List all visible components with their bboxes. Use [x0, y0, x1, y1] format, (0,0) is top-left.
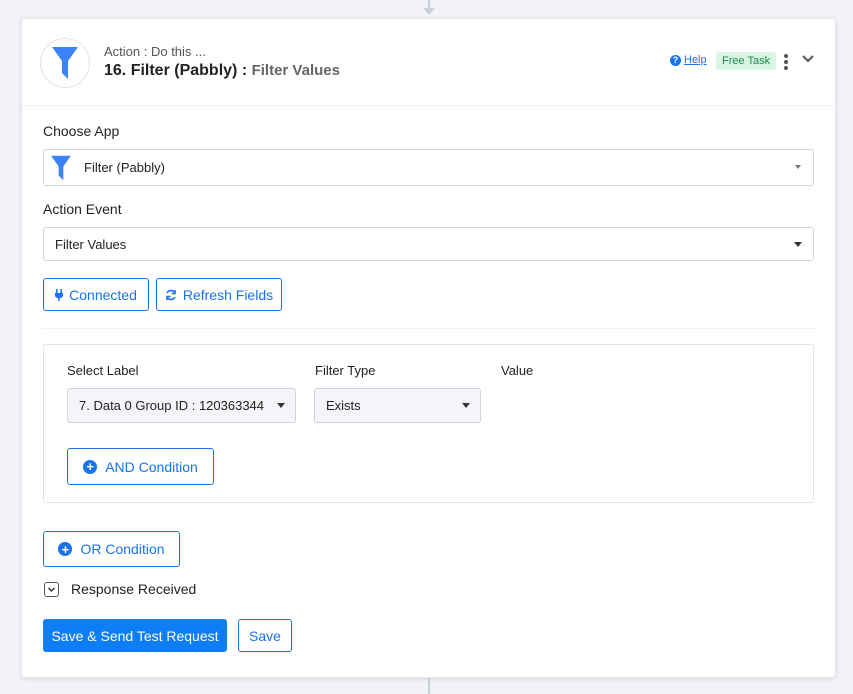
funnel-icon [51, 155, 71, 181]
select-label-dropdown[interactable]: 7. Data 0 Group ID : 120363344 [67, 388, 296, 423]
choose-app-value: Filter (Pabbly) [84, 160, 165, 175]
action-event-label: Action Event [43, 201, 122, 217]
plus-circle-icon: + [58, 542, 73, 556]
step-title: 16. Filter (Pabbly) : Filter Values [104, 62, 340, 80]
select-label-header: Select Label [67, 363, 139, 378]
help-label: Help [684, 54, 707, 66]
flow-connector-bottom [428, 678, 430, 694]
refresh-fields-button[interactable]: Refresh Fields [156, 278, 282, 311]
response-received-label: Response Received [71, 581, 197, 597]
save-button[interactable]: Save [238, 619, 292, 652]
action-step-card: Action : Do this ... 16. Filter (Pabbly)… [21, 18, 836, 678]
plus-circle-icon: + [83, 459, 98, 474]
free-task-badge: Free Task [716, 52, 777, 70]
filter-type-value: Exists [326, 398, 361, 413]
value-header: Value [501, 363, 534, 378]
or-condition-label: OR Condition [80, 541, 165, 557]
action-event-select[interactable]: Filter Values [43, 227, 814, 261]
refresh-icon [166, 289, 176, 300]
filter-type-dropdown[interactable]: Exists [314, 388, 481, 423]
or-condition-button[interactable]: + OR Condition [43, 531, 180, 567]
section-divider [42, 328, 817, 329]
funnel-icon [52, 47, 78, 79]
question-circle-icon: ? [670, 54, 681, 66]
connected-label: Connected [69, 286, 137, 303]
help-link[interactable]: ? Help [670, 54, 707, 66]
step-subtitle: Action : Do this ... [104, 44, 206, 59]
choose-app-select[interactable]: Filter (Pabbly) [43, 149, 814, 186]
action-event-value: Filter Values [55, 236, 127, 252]
filter-type-header: Filter Type [315, 363, 376, 378]
flow-arrow-icon [423, 8, 435, 15]
caret-down-icon [277, 403, 285, 408]
and-condition-label: AND Condition [105, 458, 198, 475]
choose-app-label: Choose App [43, 123, 120, 139]
response-received-toggle[interactable] [44, 582, 59, 597]
plug-icon [55, 288, 64, 301]
caret-down-icon [462, 403, 470, 408]
caret-down-icon [795, 165, 801, 169]
chevron-down-icon [47, 587, 56, 593]
step-header[interactable]: Action : Do this ... 16. Filter (Pabbly)… [22, 19, 835, 106]
chevron-down-icon[interactable] [801, 52, 815, 66]
and-condition-button[interactable]: + AND Condition [67, 448, 214, 485]
connected-button[interactable]: Connected [43, 278, 149, 311]
select-label-value: 7. Data 0 Group ID : 120363344 [79, 398, 265, 413]
step-event-name: Filter Values [251, 62, 340, 79]
step-title-text: 16. Filter (Pabbly) : [104, 62, 248, 79]
app-logo [40, 38, 90, 88]
refresh-fields-label: Refresh Fields [182, 286, 274, 303]
save-send-test-button[interactable]: Save & Send Test Request [43, 619, 227, 652]
kebab-menu-icon[interactable] [783, 54, 789, 70]
caret-down-icon [794, 242, 802, 247]
filter-condition-group: Select Label Filter Type Value 7. Data 0… [43, 344, 814, 503]
